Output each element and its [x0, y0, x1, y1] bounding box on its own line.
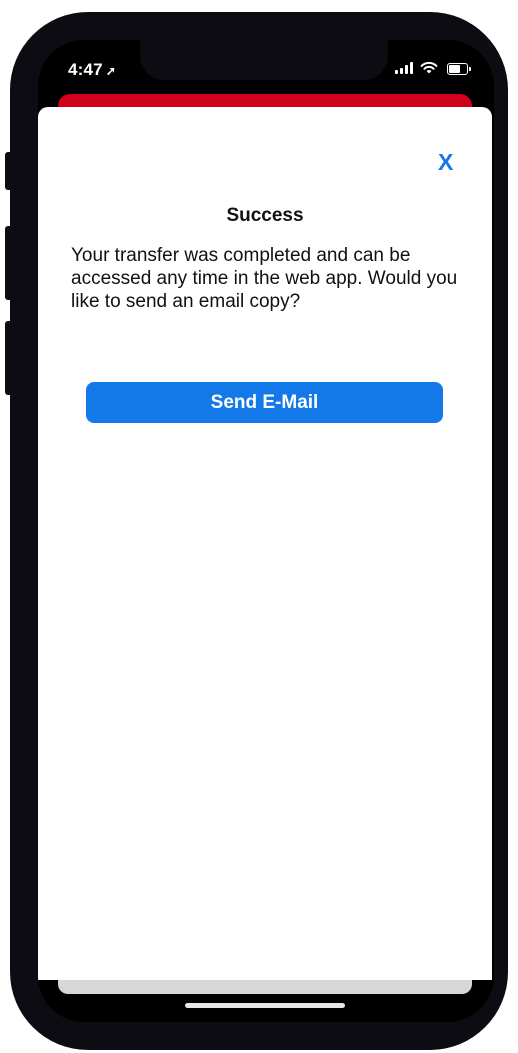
- send-email-button-label: Send E-Mail: [210, 391, 319, 413]
- close-button[interactable]: X: [438, 149, 453, 176]
- send-email-button[interactable]: Send E-Mail: [86, 382, 443, 423]
- status-time: 4:47 ➚: [68, 60, 116, 80]
- modal-title: Success: [226, 205, 304, 226]
- phone-screen: 4:47 ➚ X Success Your transfer was comple…: [38, 40, 494, 1022]
- location-arrow-icon: ➚: [105, 64, 117, 78]
- battery-icon: [447, 63, 471, 75]
- success-modal-sheet: X Success Your transfer was completed an…: [38, 107, 492, 980]
- modal-message: Your transfer was completed and can be a…: [71, 245, 458, 312]
- home-indicator[interactable]: [185, 1003, 345, 1008]
- wifi-icon: [420, 61, 438, 74]
- signal-bars-icon: [395, 62, 413, 74]
- status-bar: 4:47 ➚: [38, 40, 494, 96]
- status-time-text: 4:47: [68, 60, 103, 79]
